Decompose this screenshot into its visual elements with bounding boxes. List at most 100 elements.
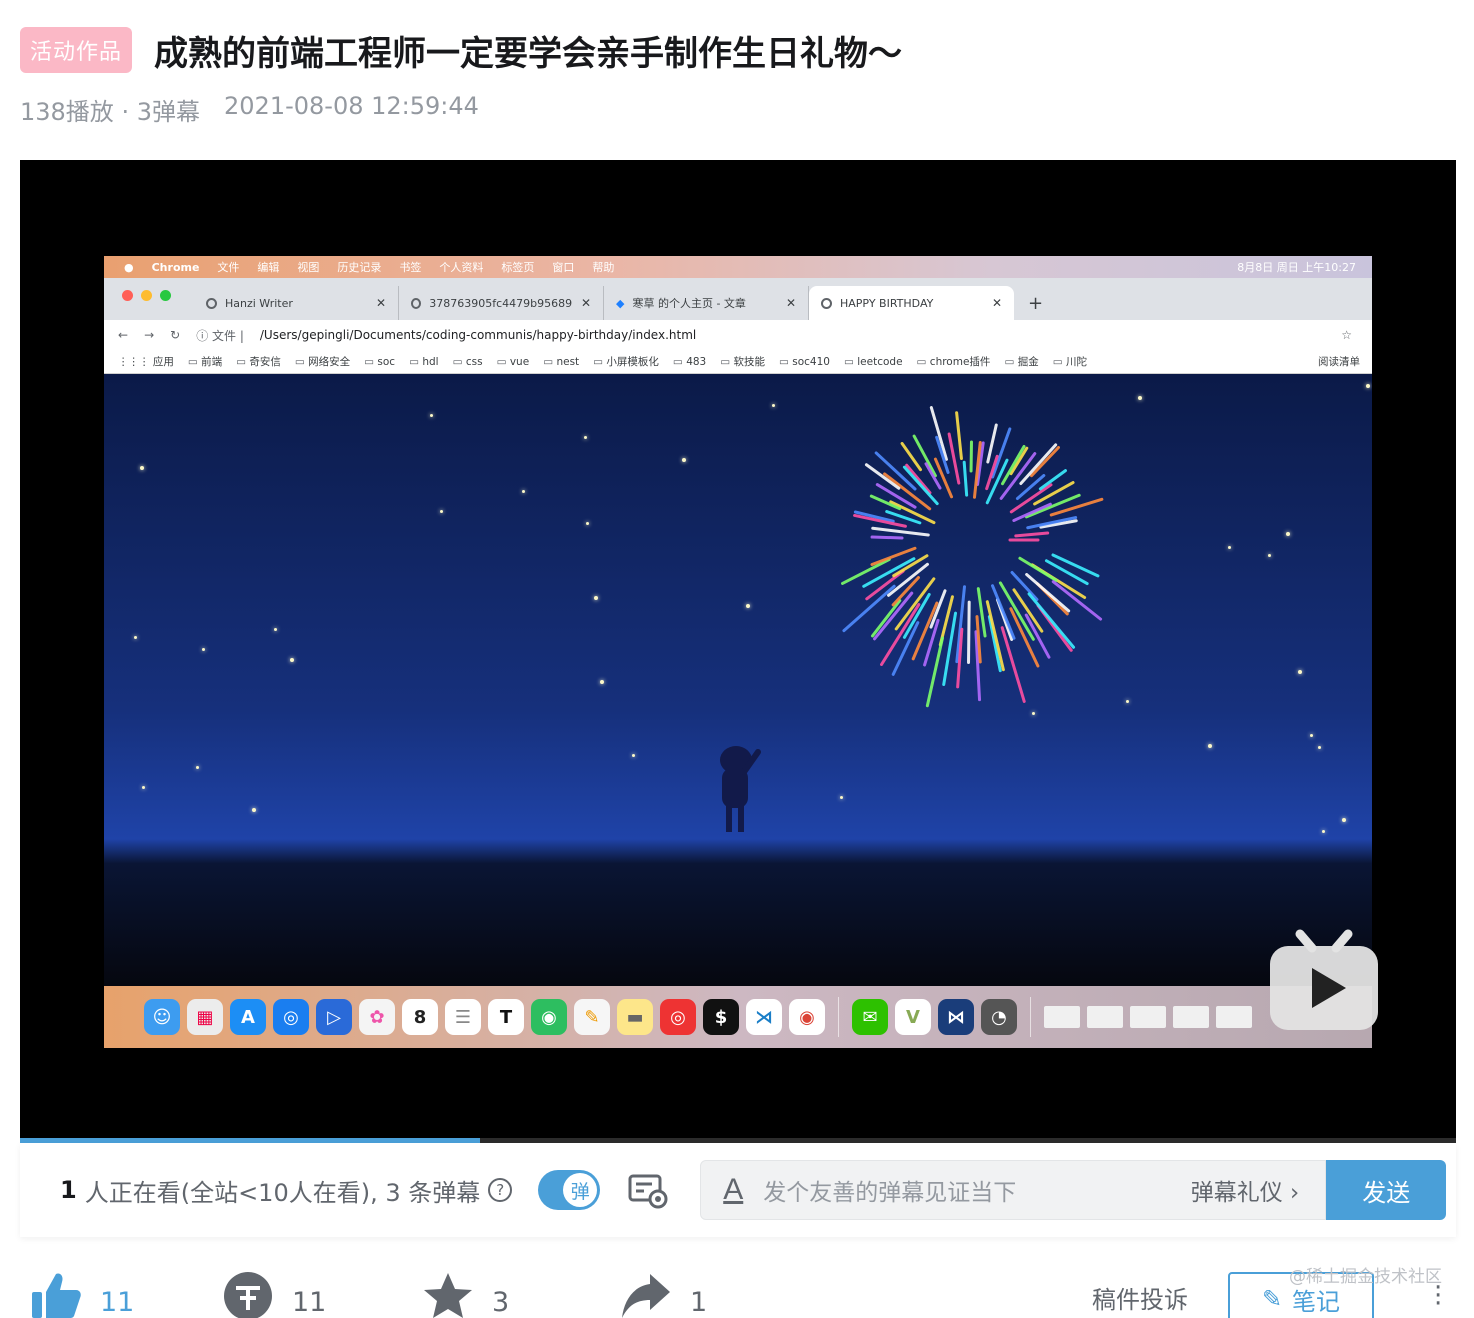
star-dot [274, 628, 277, 631]
danmaku-toggle[interactable]: 弹 [538, 1170, 601, 1210]
firework-spark [1038, 469, 1067, 491]
dock-separator [838, 997, 839, 1037]
coin-button[interactable]: 11 [222, 1270, 326, 1318]
menu-view: 视图 [297, 261, 320, 274]
bookmark-item: soc [364, 356, 395, 368]
star-dot [586, 522, 589, 525]
bookmark-item: 掘金 [1004, 354, 1039, 369]
menu-help: 帮助 [592, 261, 615, 274]
firework-spark [912, 434, 937, 478]
danmaku-settings-icon[interactable] [628, 1170, 668, 1210]
star-dot [840, 796, 843, 799]
star-dot [1286, 532, 1290, 536]
firework-spark [1051, 553, 1100, 578]
firework-spark [905, 463, 932, 495]
star-dot [1366, 384, 1370, 388]
meta-separator: · [121, 98, 130, 126]
player-app-icon: ▷ [316, 999, 352, 1035]
appstore-icon: A [230, 999, 266, 1035]
firework-spark [962, 460, 969, 497]
back-icon: ← [118, 328, 129, 342]
calendar-icon: 8 [402, 999, 438, 1035]
bookmark-item: soc410 [779, 356, 830, 368]
typora-icon: T [488, 999, 524, 1035]
star-dot [142, 786, 145, 789]
chrome-icon: ◉ [789, 999, 825, 1035]
like-button[interactable]: 11 [30, 1270, 134, 1318]
firework-spark [933, 457, 954, 499]
coin-icon [224, 1272, 272, 1318]
viewer-count: 1 [60, 1176, 77, 1204]
firework-spark [1015, 474, 1046, 501]
danmaku-placeholder: 发个友善的弹幕见证当下 [763, 1180, 1017, 1206]
browser-tab: ◆ 寒草 的个人主页 - 文章 ✕ [604, 286, 809, 320]
report-link[interactable]: 稿件投诉 [1092, 1280, 1188, 1315]
firework-spark [1049, 497, 1104, 517]
danmaku-input[interactable]: A 发个友善的弹幕见证当下 弹幕礼仪 › [700, 1160, 1327, 1220]
bookmarks-bar: ⋮⋮⋮ 应用 前端 奇安信 网络安全 soc hdl css vue nest … [104, 350, 1372, 374]
star-dot [1298, 670, 1302, 674]
child-silhouette [720, 746, 761, 832]
like-count: 11 [100, 1286, 135, 1318]
firework-spark [870, 599, 902, 638]
address-scheme-label: 文件 [212, 328, 237, 343]
browser-addressbar: ← → ↻ ⓘ 文件 | /Users/gepingli/Documents/c… [104, 320, 1372, 350]
firework-spark [1044, 559, 1089, 586]
star-dot [522, 490, 525, 493]
bookmark-item: 小屏模板化 [593, 354, 659, 369]
minimize-window-icon [141, 290, 152, 301]
publish-date: 2021-08-08 12:59:44 [224, 92, 479, 120]
star-dot [584, 436, 587, 439]
pencil-app-icon: ✎ [574, 999, 610, 1035]
star-dot [772, 404, 775, 407]
apple-icon: ● [124, 260, 134, 274]
more-icon[interactable]: · · · [1434, 1275, 1442, 1317]
star-dot [440, 510, 443, 513]
star-dot [252, 808, 256, 812]
star-dot [682, 458, 686, 462]
font-style-icon[interactable]: A [723, 1173, 743, 1207]
bookmark-item: hdl [409, 356, 438, 368]
mac-dock: ☺ ▦ A ◎ ▷ ✿ 8 ☰ T ◉ ✎ ▬ ◎ $ ⋊ ◉ ✉ V ⋈ ◔ [104, 986, 1372, 1048]
star-dot [1228, 546, 1231, 549]
menu-history: 历史记录 [337, 261, 382, 274]
video-actions: 11 11 3 1 稿件投诉 ✎ 笔记 · · · [20, 1266, 1456, 1318]
firework-spark [841, 557, 891, 585]
video-player[interactable]: ● Chrome 文件 编辑 视图 历史记录 书签 个人资料 标签页 窗口 帮助… [20, 160, 1456, 1140]
coin-count: 11 [292, 1286, 327, 1318]
danmaku-count: 3弹幕 [136, 98, 201, 126]
firework-burst [841, 406, 1104, 708]
bookmark-item: nest [543, 356, 579, 368]
editor-app-icon: ⋈ [938, 999, 974, 1035]
forward-icon: → [144, 328, 155, 342]
star-dot [196, 766, 199, 769]
video-header: 活动作品 成熟的前端工程师一定要学会亲手制作生日礼物～ [20, 26, 902, 74]
star-dot [134, 636, 137, 639]
menu-bookmarks: 书签 [399, 261, 422, 274]
address-url: /Users/gepingli/Documents/coding-communi… [259, 328, 697, 342]
browser-tab: Hanzi Writer ✕ [194, 286, 399, 320]
safari-icon: ◎ [273, 999, 309, 1035]
bookmark-item: 软技能 [720, 354, 766, 369]
activity-badge[interactable]: 活动作品 [20, 27, 133, 73]
reload-icon: ↻ [170, 328, 181, 342]
firework-spark [967, 600, 971, 664]
help-icon[interactable]: ? [488, 1178, 513, 1202]
bilibili-play-icon[interactable] [1270, 928, 1378, 1030]
firework-spark [869, 494, 902, 511]
favorite-button[interactable]: 3 [422, 1270, 509, 1318]
mac-menubar: ● Chrome 文件 编辑 视图 历史记录 书签 个人资料 标签页 窗口 帮助… [104, 256, 1372, 278]
close-window-icon [122, 290, 133, 301]
star-dot [1032, 712, 1035, 715]
send-button[interactable]: 发送 [1326, 1160, 1447, 1220]
tab-label: Hanzi Writer [225, 296, 293, 310]
night-sky-scene [104, 374, 1372, 986]
bookmark-item: 483 [673, 356, 706, 368]
danmaku-etiquette-link[interactable]: 弹幕礼仪 › [1191, 1173, 1300, 1207]
globe-icon [411, 297, 422, 309]
bookmark-item: 前端 [188, 354, 222, 369]
vscode-icon: ⋊ [746, 999, 782, 1035]
share-button[interactable]: 1 [620, 1270, 707, 1318]
close-icon: ✕ [785, 296, 796, 310]
share-count: 1 [690, 1286, 708, 1318]
